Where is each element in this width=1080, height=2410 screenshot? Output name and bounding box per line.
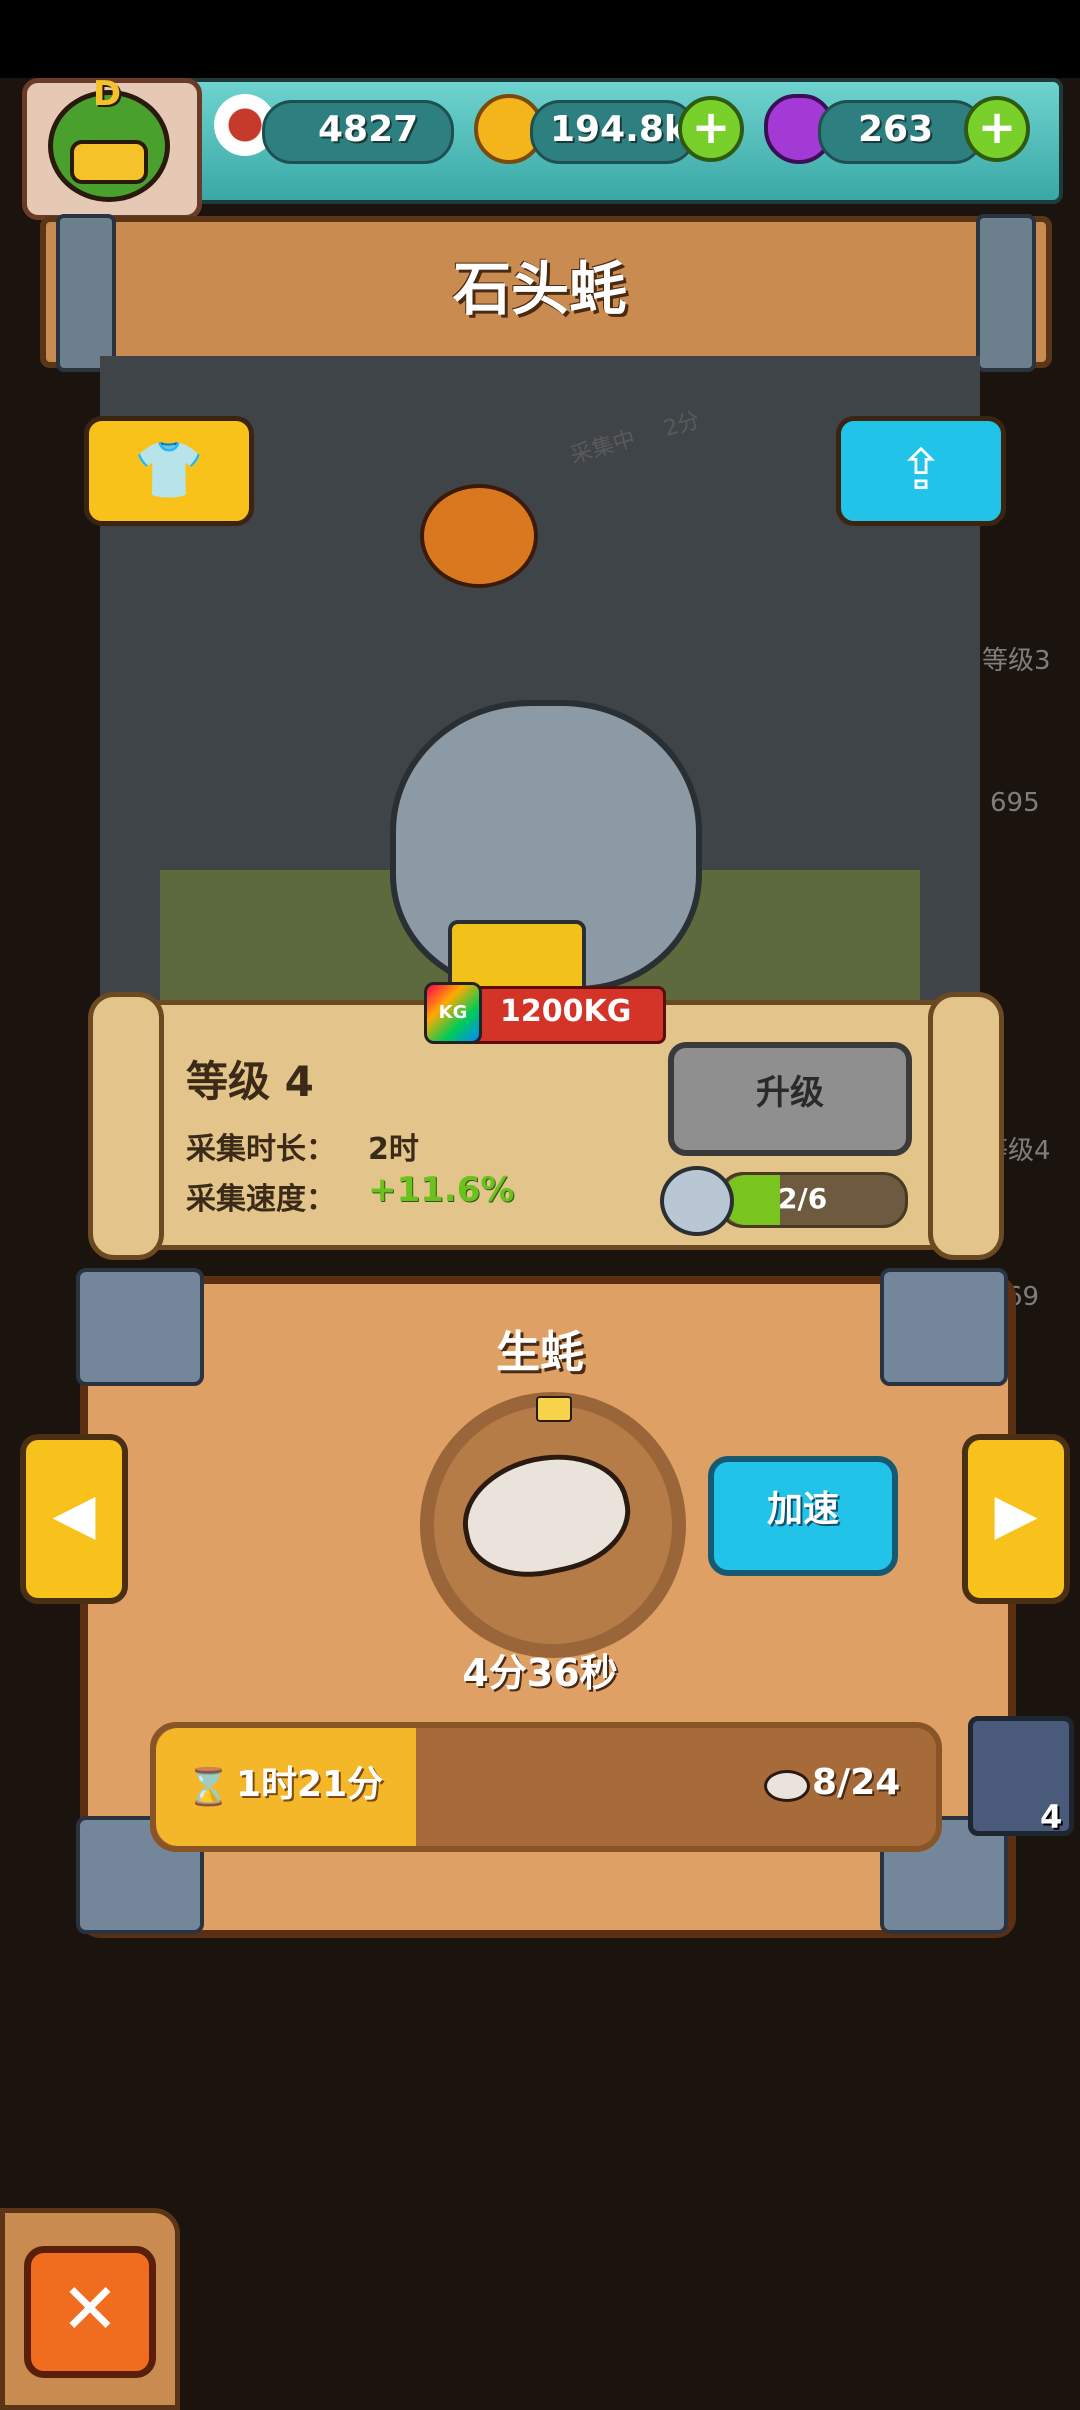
collect-speed-value: +11.6% <box>368 1170 515 1210</box>
share-icon: ⇪ <box>897 438 945 503</box>
scroll-right-roll <box>928 992 1004 1260</box>
hourglass-icon: ⌛ <box>186 1767 231 1808</box>
add-potion-button[interactable]: + <box>964 96 1030 162</box>
shirt-icon: 👕 <box>134 438 204 503</box>
chevron-left-icon: ◀ <box>52 1482 96 1547</box>
share-button[interactable]: ⇪ <box>836 416 1006 526</box>
oyster-count-icon <box>764 1770 810 1802</box>
bull-skull-icon <box>660 1166 734 1236</box>
side-level-label: 等级3 <box>982 646 1051 676</box>
upgrade-progress-text: 2/6 <box>778 1182 828 1215</box>
next-button[interactable]: ▶ <box>962 1434 1070 1604</box>
collect-time-value: 2时 <box>368 1132 419 1167</box>
collect-time-label: 采集时长： <box>186 1132 336 1167</box>
gold-value: 194.8k <box>550 109 688 150</box>
total-time: 1时21分 <box>236 1764 384 1805</box>
avatar-mouth <box>70 140 148 184</box>
speed-up-button[interactable]: 加速 <box>708 1456 898 1576</box>
previous-button[interactable]: ◀ <box>20 1434 128 1604</box>
building-title: 石头蚝 <box>452 255 627 323</box>
level-label: 等级 4 <box>186 1057 314 1106</box>
weight-value: 1200KG <box>500 994 632 1029</box>
close-button[interactable]: ✕ <box>24 2246 156 2378</box>
ring-progress-marker <box>536 1396 572 1422</box>
avatar-rank-letter: D <box>92 74 122 114</box>
product-name: 生蚝 <box>496 1327 584 1378</box>
kg-weight-icon: KG <box>424 982 482 1044</box>
eyeball-value: 4827 <box>318 109 419 150</box>
item-timer: 4分36秒 <box>462 1651 618 1695</box>
pumpkin-decoration <box>420 484 538 588</box>
chevron-right-icon: ▶ <box>994 1482 1038 1547</box>
status-bar <box>0 0 1080 78</box>
side-count-label: 695 <box>990 788 1040 818</box>
upgrade-button[interactable]: 升级 <box>668 1042 912 1156</box>
potion-value: 263 <box>858 109 934 150</box>
book-badge-count: 4 <box>1040 1798 1063 1836</box>
collect-speed-label: 采集速度： <box>186 1182 336 1217</box>
add-gold-button[interactable]: + <box>678 96 744 162</box>
scroll-left-roll <box>88 992 164 1260</box>
oyster-count: 8/24 <box>812 1762 901 1803</box>
close-icon: ✕ <box>60 2268 120 2350</box>
skin-button[interactable]: 👕 <box>84 416 254 526</box>
